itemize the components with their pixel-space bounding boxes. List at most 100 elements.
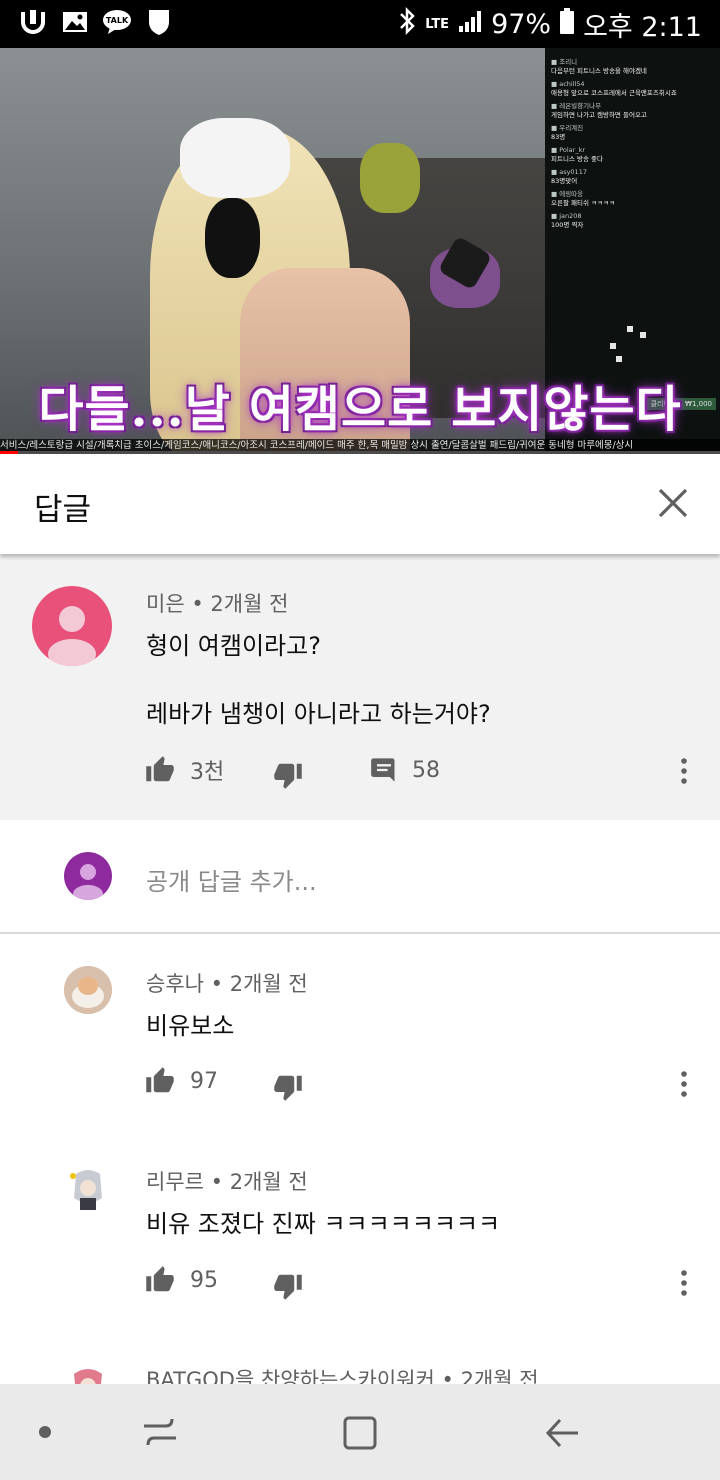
chat-message: ■ achill54 애용형 앞으로 코스프레에서 근육맨포즈취시죠 xyxy=(551,80,716,98)
chat-user: ■ asy0117 xyxy=(551,168,587,176)
recents-icon xyxy=(144,1418,176,1446)
comment-author[interactable]: 미은 xyxy=(146,592,185,616)
chat-user: ■ achill54 xyxy=(551,80,585,88)
reply-age: 2개월 전 xyxy=(229,972,308,996)
chat-text: 오른팔 패티쉬 ㅋㅋㅋㅋ xyxy=(551,199,615,207)
loading-spinner-icon xyxy=(610,326,650,366)
chat-message: ■ Polar_kr 피트니스 방송 좋다 xyxy=(551,146,716,164)
avatar[interactable] xyxy=(32,586,112,666)
reply-icon xyxy=(371,758,395,782)
shield-icon xyxy=(144,8,174,36)
overview-button[interactable] xyxy=(341,1414,379,1452)
like-button[interactable]: 95 xyxy=(144,1265,218,1295)
chat-user: ■ 우리계진 xyxy=(551,124,584,132)
anime-avatar-icon xyxy=(64,1164,112,1212)
chat-message: ■ 에링따웅 오른팔 패티쉬 ㅋㅋㅋㅋ xyxy=(551,190,716,208)
more-options-button[interactable] xyxy=(680,756,688,786)
add-reply-row[interactable]: 공개 답글 추가... xyxy=(0,820,720,932)
u-plus-icon xyxy=(18,8,48,36)
chat-text: 다음부턴 피트니스 방송을 해야겠네 xyxy=(551,67,647,75)
network-type: LTE xyxy=(425,16,450,32)
chat-user: ■ 레온빌향기나무 xyxy=(551,102,602,110)
chat-text: 83명 xyxy=(551,133,566,141)
svg-text:TALK: TALK xyxy=(106,16,129,25)
add-reply-input[interactable]: 공개 답글 추가... xyxy=(146,862,317,897)
signal-icon xyxy=(457,8,483,41)
like-count: 3천 xyxy=(190,760,225,785)
back-button[interactable] xyxy=(542,1414,582,1452)
stream-chat-list: ■ 조리니 다음부턴 피트니스 방송을 해야겠네 ■ achill54 애용형 앞으로… xyxy=(551,58,716,234)
thumbs-down-icon xyxy=(274,763,302,789)
chat-text: 83명맞어 xyxy=(551,177,578,185)
reply-author[interactable]: 리무르 xyxy=(146,1170,204,1194)
battery-icon xyxy=(559,7,575,42)
user-silhouette-icon xyxy=(48,606,96,666)
status-bar: TALK LTE 97% 오후 2:11 xyxy=(0,0,720,48)
dislike-button[interactable] xyxy=(272,1072,304,1102)
reply-text: 비유 조졌다 진짜 ㅋㅋㅋㅋㅋㅋㅋㅋ xyxy=(146,1210,501,1238)
chat-message: ■ 조리니 다음부턴 피트니스 방송을 해야겠네 xyxy=(551,58,716,76)
cat-avatar-icon xyxy=(64,966,112,1014)
meta-separator: • xyxy=(191,592,211,616)
reply-author[interactable]: 승후나 xyxy=(146,972,204,996)
thumbs-up-icon xyxy=(146,756,174,782)
user-silhouette-icon xyxy=(73,864,103,900)
comment-text-line2: 레바가 냄챙이 아니라고 하는거야? xyxy=(146,700,491,728)
bluetooth-icon xyxy=(397,6,417,43)
overview-icon xyxy=(343,1416,377,1450)
chat-text: 피트니스 방송 좋다 xyxy=(551,155,603,163)
reply-age: 2개월 전 xyxy=(229,1170,308,1194)
more-icon xyxy=(681,758,687,784)
avatar[interactable] xyxy=(64,966,112,1014)
reply-meta: 승후나 • 2개월 전 xyxy=(146,968,308,998)
divider xyxy=(0,932,720,934)
meta-separator: • xyxy=(210,1170,230,1194)
more-options-button[interactable] xyxy=(680,1268,688,1298)
chat-user: ■ 에링따웅 xyxy=(551,190,584,198)
kakaotalk-icon: TALK xyxy=(102,8,132,36)
close-button[interactable] xyxy=(656,486,690,520)
video-subtitle: 다들...날 여캠으로 보지않는다 xyxy=(38,380,682,438)
meta-separator: • xyxy=(210,972,230,996)
reply-button[interactable]: 58 xyxy=(370,756,440,784)
status-notifications: TALK xyxy=(18,8,174,36)
clock: 오후 2:11 xyxy=(583,11,702,43)
chat-message: ■ jan208 100명 찍자 xyxy=(551,212,716,230)
thumbs-down-icon xyxy=(274,1274,302,1300)
my-avatar xyxy=(64,852,112,900)
parent-comment: 미은 • 2개월 전 형이 여캠이라고? 레바가 냄챙이 아니라고 하는거야? … xyxy=(0,554,720,820)
like-button[interactable]: 3천 xyxy=(144,754,224,786)
replies-header: 답글 xyxy=(0,454,720,554)
like-count: 95 xyxy=(190,1267,218,1293)
more-icon xyxy=(681,1270,687,1296)
chat-text: 게임하면 나가고 캠방하면 들어오고 xyxy=(551,111,647,119)
like-button[interactable]: 97 xyxy=(144,1066,218,1096)
like-count: 97 xyxy=(190,1068,218,1094)
dislike-button[interactable] xyxy=(272,1271,304,1301)
close-icon xyxy=(658,488,688,518)
back-icon xyxy=(545,1418,578,1448)
status-system: LTE 97% 오후 2:11 xyxy=(397,6,702,43)
reply-text: 비유보소 xyxy=(146,1012,235,1040)
more-options-button[interactable] xyxy=(680,1069,688,1099)
gallery-icon xyxy=(60,8,90,36)
chat-user: ■ Polar_kr xyxy=(551,146,586,154)
reply-count: 58 xyxy=(412,757,440,783)
home-dot-icon xyxy=(39,1426,51,1438)
video-player[interactable]: ■ 조리니 다음부턴 피트니스 방송을 해야겠네 ■ achill54 애용형 앞으로… xyxy=(0,48,720,453)
system-navigation-bar xyxy=(0,1384,720,1480)
comment-meta: 미은 • 2개월 전 xyxy=(146,588,288,618)
chat-user: ■ jan208 xyxy=(551,212,582,220)
thumbs-down-icon xyxy=(274,1075,302,1101)
home-dot-button[interactable] xyxy=(38,1424,52,1438)
chat-text: 100명 찍자 xyxy=(551,221,584,229)
more-icon xyxy=(681,1071,687,1097)
dislike-button[interactable] xyxy=(272,760,304,790)
chat-message: ■ 레온빌향기나무 게임하면 나가고 캠방하면 들어오고 xyxy=(551,102,716,120)
comment-text-line1: 형이 여캠이라고? xyxy=(146,632,321,660)
chat-text: 애용형 앞으로 코스프레에서 근육맨포즈취시죠 xyxy=(551,89,677,97)
replies-title: 답글 xyxy=(34,492,92,528)
recents-button[interactable] xyxy=(140,1414,180,1450)
thumbs-up-icon xyxy=(146,1067,174,1093)
avatar[interactable] xyxy=(64,1164,112,1212)
